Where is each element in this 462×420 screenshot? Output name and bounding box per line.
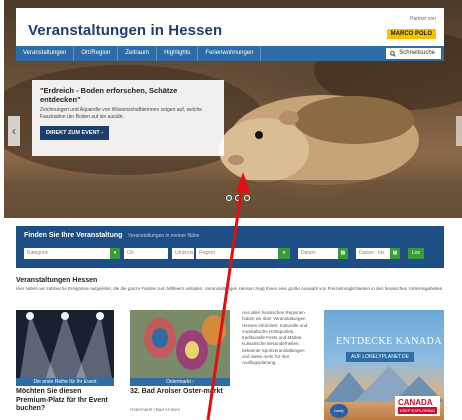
slider-next-button[interactable] [456,116,462,146]
search-nearby-link[interactable]: Veranstaltungen in meiner Nähe [128,233,199,239]
quick-search-label: Schnellsuche [399,50,435,56]
event-search-panel: Finden Sie Ihre Veranstaltung Veranstalt… [16,226,444,268]
region-dropdown-icon[interactable]: ▾ [278,248,290,259]
nav-item-ort-region[interactable]: Ort/Region [74,46,119,61]
card-category[interactable]: Ostermarkt › [130,378,230,386]
calendar-icon[interactable]: ▦ [338,248,348,259]
ad-banner-canada[interactable]: ENTDECKE KANADA AUF LONELYPLANET.DE lone… [324,310,444,420]
canada-tagline: KEEP EXPLORING [397,407,437,414]
direct-to-event-button[interactable]: DIREKT ZUM EVENT › [40,126,110,140]
nav-item-veranstaltungen[interactable]: Veranstaltungen [16,46,75,61]
slider-dot[interactable] [244,195,250,201]
partner-block: Partner von MARCO POLO [386,16,436,40]
category-select[interactable]: Kategorie [24,248,110,259]
site-header: Veranstaltungen in Hessen Partner von MA… [16,8,444,50]
region-select[interactable]: Region [196,248,278,259]
slider-dot[interactable] [226,195,232,201]
search-icon [390,50,397,57]
category-dropdown-icon[interactable]: ▾ [110,248,120,259]
nav-item-ferienwohnungen[interactable]: Ferienwohnungen [198,46,262,61]
partner-label: Partner von [410,16,436,22]
radius-select[interactable]: Umkreis [172,248,194,259]
slider-dot[interactable] [235,195,241,201]
card-title[interactable]: Möchten Sie diesen Premium-Platz für Ihr… [16,388,114,414]
canada-logo: CANADA KEEP EXPLORING [394,396,440,416]
section-text: Hier haben wir zahlreiche Ereignisse auf… [16,286,444,291]
event-card-ostermarkt[interactable]: Ostermarkt › 32. Bad Arolser Oster-markt… [130,310,230,420]
nav-item-zeitraum[interactable]: Zeitraum [118,46,158,61]
card-meta: Ostermarkt | Bad Arolsen [130,407,181,412]
site-title[interactable]: Veranstaltungen in Hessen [28,22,222,39]
place-input[interactable]: Ort [124,248,168,259]
info-text: Aus allen hessischen Regionen haben wir … [242,310,308,366]
teaser-text: Zeichnungen und Aquarelle von Wissenscha… [40,107,203,120]
canada-wordmark: CANADA [397,398,433,407]
main-nav: Veranstaltungen Ort/Region Zeitraum High… [16,46,444,61]
date-to-input[interactable]: Datum - bis [356,248,390,259]
chevron-left-icon: ‹ [12,124,16,138]
teaser-title: "Erdreich - Boden erforschen, Schätze en… [40,86,178,104]
date-from-input[interactable]: Datum [298,248,338,259]
nav-item-highlights[interactable]: Highlights [157,46,199,61]
search-title: Finden Sie Ihre Veranstaltung [24,232,123,239]
section-title: Veranstaltungen Hessen [16,277,98,284]
card-category[interactable]: Die erste Reihe für Ihr Event [16,378,114,386]
ad-title: ENTDECKE KANADA [336,336,443,347]
event-card-premium[interactable]: Die erste Reihe für Ihr Event Möchten Si… [16,310,114,420]
stage-lights-image [16,310,114,378]
quick-search-button[interactable]: Schnellsuche [386,48,441,59]
card-title[interactable]: 32. Bad Arolser Oster-markt [130,388,230,397]
marco-polo-logo[interactable]: MARCO POLO [386,29,436,39]
slider-prev-button[interactable]: ‹ [8,116,20,146]
easter-eggs-image [130,310,230,378]
lonely-planet-logo: lonely planet [330,404,348,418]
hero-teaser: "Erdreich - Boden erforschen, Schätze en… [32,80,224,156]
search-go-button[interactable]: Los [408,248,424,259]
calendar-icon[interactable]: ▦ [390,248,400,259]
slider-pagination [226,195,250,201]
ad-subtitle: AUF LONELYPLANET.DE [346,352,414,362]
